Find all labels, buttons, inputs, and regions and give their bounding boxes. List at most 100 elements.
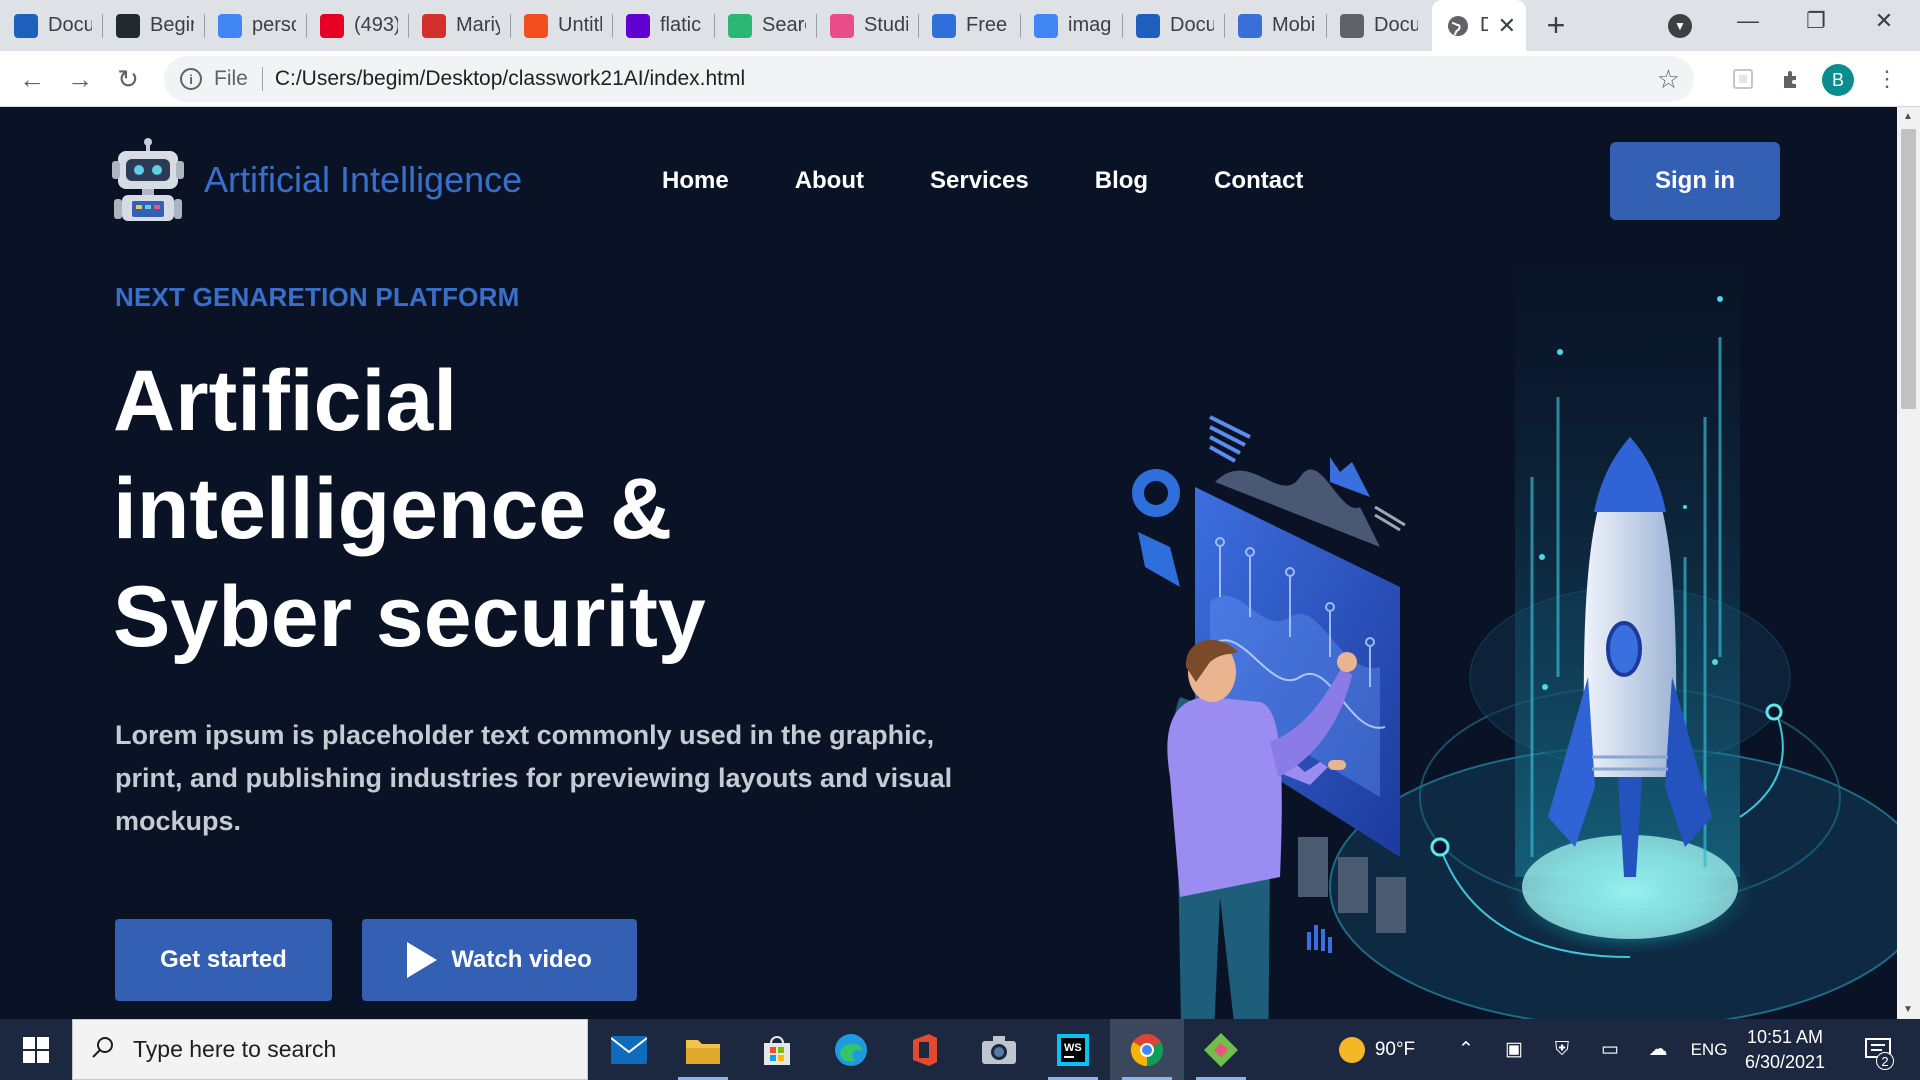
browser-tab[interactable]: Mariy [408, 0, 510, 51]
weather-widget[interactable]: 90°F [1322, 1019, 1432, 1080]
camera-app-icon[interactable] [962, 1019, 1036, 1080]
notifications-icon[interactable]: 2 [1852, 1019, 1904, 1080]
forward-icon[interactable]: → [64, 63, 96, 95]
tab-label: Mariy [456, 14, 500, 36]
language-indicator[interactable]: ENG [1684, 1019, 1734, 1080]
new-tab-button[interactable]: + [1526, 0, 1586, 51]
browser-tab[interactable]: Docu [1326, 0, 1428, 51]
tab-label: Searc [762, 14, 806, 36]
back-icon[interactable]: ← [16, 63, 48, 95]
clock-time: 10:51 AM [1746, 1027, 1824, 1047]
divider [261, 67, 263, 91]
sign-in-button[interactable]: Sign in [1610, 142, 1780, 220]
profile-avatar[interactable]: B [1822, 64, 1854, 96]
tab-search-icon[interactable]: ▼ [1668, 14, 1692, 38]
store-icon[interactable] [740, 1019, 814, 1080]
browser-tab[interactable]: flatic [612, 0, 714, 51]
scroll-down-icon[interactable]: ▼ [1903, 1004, 1913, 1015]
webstorm-app-icon[interactable]: WS [1036, 1019, 1110, 1080]
headline-line-3: Syber security [113, 569, 706, 665]
address-bar[interactable]: i File C:/Users/begim/Desktop/classwork2… [164, 56, 1694, 102]
windows-taskbar: Type here to search WS 90°F ⌃ ▣ ⛨ ▭ ☁ EN… [0, 1019, 1920, 1080]
minimize-icon[interactable]: — [1714, 0, 1782, 42]
menu-kebab-icon[interactable]: ⋮ [1872, 64, 1902, 94]
puzzle-icon[interactable] [1776, 64, 1806, 94]
reload-icon[interactable]: ↻ [112, 63, 144, 95]
url-text[interactable]: C:/Users/begim/Desktop/classwork21AI/ind… [275, 67, 745, 91]
browser-tab[interactable]: Docu [1122, 0, 1224, 51]
browser-tab[interactable]: Studi [816, 0, 918, 51]
hero-description: Lorem ipsum is placeholder text commonly… [115, 720, 953, 836]
scroll-up-icon[interactable]: ▲ [1903, 111, 1913, 122]
webstorm-icon [1136, 13, 1160, 38]
reddit-icon [932, 13, 956, 38]
windows-start-icon[interactable] [0, 1019, 72, 1080]
file-explorer-icon[interactable] [666, 1019, 740, 1080]
mail-app-icon[interactable] [592, 1019, 666, 1080]
google-icon [218, 13, 242, 38]
browser-tab[interactable]: perso [204, 0, 306, 51]
close-tab-icon[interactable]: ✕ [1498, 13, 1516, 39]
tab-label: Mobi [1272, 14, 1316, 36]
hero-illustration [1132, 257, 1897, 1019]
clock[interactable]: 10:51 AM 6/30/2021 [1740, 1025, 1830, 1075]
robot-logo-icon[interactable] [112, 137, 184, 225]
figma-icon [524, 13, 548, 38]
chrome-app-icon[interactable] [1110, 1019, 1184, 1080]
flag-blue-icon [1238, 13, 1262, 38]
nav-home[interactable]: Home [662, 167, 729, 195]
battery-icon[interactable]: ▭ [1590, 1019, 1630, 1080]
taskbar-search-input[interactable]: Type here to search [72, 1019, 588, 1080]
weather-temp: 90°F [1374, 1038, 1416, 1060]
browser-tab[interactable]: Begir [102, 0, 204, 51]
browser-tab[interactable]: (493) [306, 0, 408, 51]
extension-icon[interactable] [1728, 64, 1758, 94]
notification-count: 2 [1876, 1052, 1894, 1070]
tab-label: Free [966, 14, 1008, 36]
browser-tab[interactable]: Mobi [1224, 0, 1326, 51]
info-icon[interactable]: i [180, 68, 202, 90]
page-scrollbar[interactable]: ▲ ▼ [1897, 107, 1920, 1019]
nav-blog[interactable]: Blog [1095, 167, 1148, 195]
tab-label: Studi [864, 14, 908, 36]
tab-label: Begir [150, 14, 194, 36]
close-window-icon[interactable]: ✕ [1850, 0, 1918, 42]
github-icon [116, 13, 140, 38]
nav-about[interactable]: About [795, 167, 864, 195]
sun-icon [1338, 1036, 1365, 1063]
main-nav: Home About Services Blog Contact [662, 167, 1303, 195]
bookmark-star-icon[interactable]: ☆ [1657, 64, 1680, 95]
edge-browser-icon[interactable] [814, 1019, 888, 1080]
office-icon[interactable] [888, 1019, 962, 1080]
browser-tab[interactable]: Untitl [510, 0, 612, 51]
brand-name[interactable]: Artificial Intelligence [204, 159, 522, 201]
nav-services[interactable]: Services [930, 167, 1029, 195]
meet-now-icon[interactable]: ▣ [1494, 1019, 1534, 1080]
web-page: Artificial Intelligence Home About Servi… [0, 107, 1897, 1019]
watch-video-button[interactable]: Watch video [362, 919, 637, 1001]
tab-label: Docu [48, 14, 92, 36]
browser-toolbar: ← → ↻ i File C:/Users/begim/Desktop/clas… [0, 51, 1920, 107]
globe-icon [1446, 14, 1470, 38]
browser-tab[interactable]: imag [1020, 0, 1122, 51]
globe-icon [1340, 13, 1364, 38]
tab-active[interactable]: D ✕ [1432, 0, 1526, 51]
clock-date: 6/30/2021 [1744, 1052, 1826, 1072]
security-shield-icon[interactable]: ⛨ [1542, 1019, 1582, 1080]
hero-headline: Artificial intelligence & Syber security [113, 347, 1013, 671]
onedrive-cloud-icon[interactable]: ☁ [1638, 1019, 1678, 1080]
browser-tab[interactable]: Docu [0, 0, 102, 51]
browser-tab[interactable]: Searc [714, 0, 816, 51]
git-app-icon[interactable] [1184, 1019, 1258, 1080]
tab-label: imag [1068, 14, 1112, 36]
show-hidden-icons-icon[interactable]: ⌃ [1448, 1019, 1484, 1080]
browser-tab[interactable]: Free [918, 0, 1020, 51]
scrollbar-thumb[interactable] [1901, 129, 1916, 409]
restore-icon[interactable]: ❐ [1782, 0, 1850, 42]
nav-contact[interactable]: Contact [1214, 167, 1303, 195]
eyebrow-text: NEXT GENARETION PLATFORM [115, 282, 520, 312]
get-started-button[interactable]: Get started [115, 919, 332, 1001]
yahoo-icon [626, 13, 650, 38]
headline-line-2: intelligence & [113, 461, 673, 557]
search-icon [91, 1035, 115, 1065]
